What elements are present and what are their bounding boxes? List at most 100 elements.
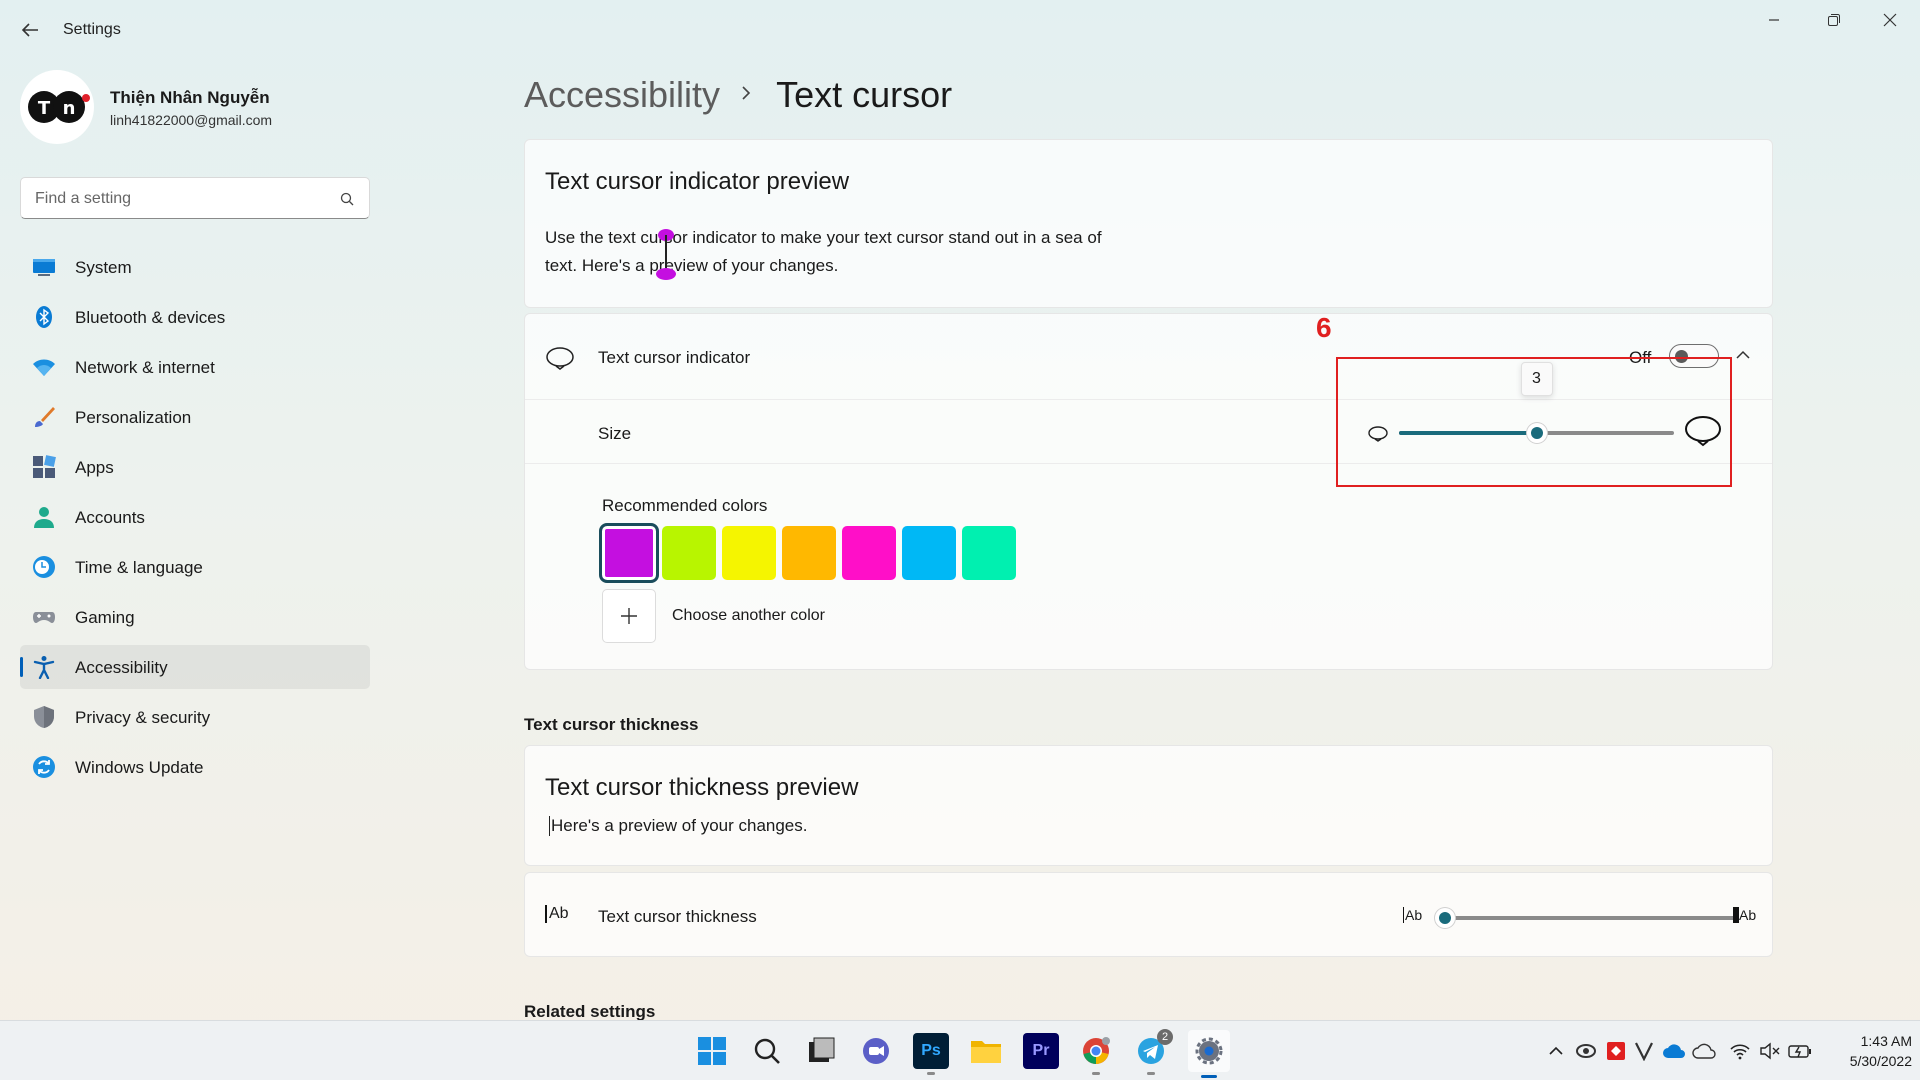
color-swatch-yellow[interactable] [722,526,776,580]
thickness-setting-card: Ab Text cursor thickness Ab Ab [524,872,1773,957]
back-arrow-icon[interactable] [18,18,42,42]
antivirus-icon[interactable] [1604,1039,1628,1063]
app-title: Settings [63,21,121,38]
thin-cursor-label: Ab [1403,907,1423,923]
update-icon [32,755,56,779]
bluetooth-icon [32,305,56,329]
chevron-up-icon[interactable] [1544,1039,1568,1063]
chevron-up-icon[interactable] [1735,348,1751,366]
wifi-icon[interactable] [1728,1039,1752,1063]
monitor-icon [32,255,56,279]
photoshop-icon[interactable]: Ps [913,1033,949,1075]
volume-mute-icon[interactable] [1758,1039,1782,1063]
text-cursor-icon: Ab [545,905,569,923]
avatar-letter-t: T [38,98,51,119]
sidebar-item-windows-update[interactable]: Windows Update [20,745,370,789]
minimize-icon [1769,19,1779,21]
sidebar-item-system[interactable]: System [20,245,370,289]
accessibility-icon [32,655,56,680]
search-icon[interactable] [339,191,355,212]
battery-icon[interactable] [1788,1039,1812,1063]
size-label: Size [598,424,632,443]
search-input[interactable]: Find a setting [20,177,370,219]
sidebar-item-label: Accessibility [75,658,168,677]
sidebar-item-accounts[interactable]: Accounts [20,495,370,539]
chevron-right-icon [740,85,752,106]
start-icon[interactable] [694,1033,730,1069]
onedrive-icon[interactable] [1662,1039,1686,1063]
photoshop-label: Ps [921,1042,941,1059]
color-swatch-cyan[interactable] [902,526,956,580]
color-swatch-orange[interactable] [782,526,836,580]
sidebar-item-label: Time & language [75,558,203,577]
choose-another-color-label[interactable]: Choose another color [672,607,825,625]
color-swatch-magenta[interactable] [842,526,896,580]
chat-icon[interactable] [858,1033,894,1069]
vivaldi-icon[interactable] [1632,1039,1656,1063]
gamepad-icon [32,605,56,629]
thickness-preview-card: Text cursor thickness preview Here's a p… [524,745,1773,866]
color-swatch-mint[interactable] [962,526,1016,580]
person-icon [32,505,56,529]
indicator-preview-text: Use the text cursor indicator to make yo… [545,228,1102,275]
taskbar: Ps Pr 2 1:43 AM 5/30/2022 [0,1020,1920,1080]
restore-button[interactable] [1806,6,1862,34]
thickness-setting-label: Text cursor thickness [598,907,757,926]
running-indicator [1092,1072,1100,1075]
file-explorer-icon[interactable] [968,1033,1004,1069]
clock-globe-icon [32,555,56,579]
breadcrumb-parent-link[interactable]: Accessibility [524,74,720,116]
sidebar-item-gaming[interactable]: Gaming [20,595,370,639]
wifi-icon [32,355,56,379]
sidebar-item-bluetooth[interactable]: Bluetooth & devices [20,295,370,339]
minimize-button[interactable] [1746,6,1802,34]
restore-icon [1828,14,1840,26]
thickness-slider[interactable] [1435,908,1738,928]
premiere-icon[interactable]: Pr [1023,1033,1059,1069]
choose-another-color-button[interactable] [602,589,656,643]
text-cursor-indicator-preview [656,229,676,280]
premiere-label: Pr [1032,1042,1050,1059]
cursor-indicator-icon [545,346,575,375]
sidebar-item-label: System [75,258,132,277]
settings-icon[interactable] [1188,1030,1230,1078]
shield-icon [32,705,56,729]
sidebar-nav: System Bluetooth & devices Network & int… [20,245,370,795]
brush-icon [32,405,56,429]
sidebar-item-time-language[interactable]: Time & language [20,545,370,589]
sidebar-item-privacy-security[interactable]: Privacy & security [20,695,370,739]
close-button[interactable] [1862,6,1918,34]
cloud-icon[interactable] [1692,1039,1716,1063]
system-clock[interactable]: 1:43 AM 5/30/2022 [1828,1031,1912,1071]
color-swatch-purple[interactable] [599,523,659,583]
profile-email: linh41822000@gmail.com [110,112,273,128]
indicator-preview-card: Text cursor indicator preview Use the te… [524,139,1773,308]
sidebar-item-network[interactable]: Network & internet [20,345,370,389]
task-view-icon[interactable] [803,1033,839,1069]
vpn-icon[interactable] [1574,1039,1598,1063]
sidebar-item-personalization[interactable]: Personalization [20,395,370,439]
sidebar-item-label: Privacy & security [75,708,211,727]
sidebar-item-accessibility[interactable]: Accessibility [20,645,370,689]
telegram-icon[interactable]: 2 [1133,1029,1173,1075]
search-icon[interactable] [749,1033,785,1069]
status-dot [82,94,90,102]
avatar: T n [20,70,94,144]
sidebar-item-label: Personalization [75,408,192,427]
active-indicator [1201,1075,1217,1078]
plus-icon [621,608,637,624]
breadcrumb: Accessibility Text cursor [524,72,952,118]
sidebar-item-label: Gaming [75,608,135,627]
thickness-slider-thumb[interactable] [1435,908,1455,928]
running-indicator [1147,1072,1155,1075]
color-swatch-lime[interactable] [662,526,716,580]
clock-time: 1:43 AM [1860,1033,1912,1049]
sidebar-item-apps[interactable]: Apps [20,445,370,489]
user-profile[interactable]: T n Thiện Nhân Nguyễn linh41822000@gmail… [20,70,380,144]
chrome-icon[interactable] [1078,1033,1114,1075]
related-settings-heading: Related settings [524,1002,656,1021]
sidebar-item-label: Accounts [75,508,145,527]
recommended-colors-label: Recommended colors [602,496,768,515]
annotation-highlight-box [1336,357,1732,487]
text-cursor-indicator-label: Text cursor indicator [598,348,751,367]
